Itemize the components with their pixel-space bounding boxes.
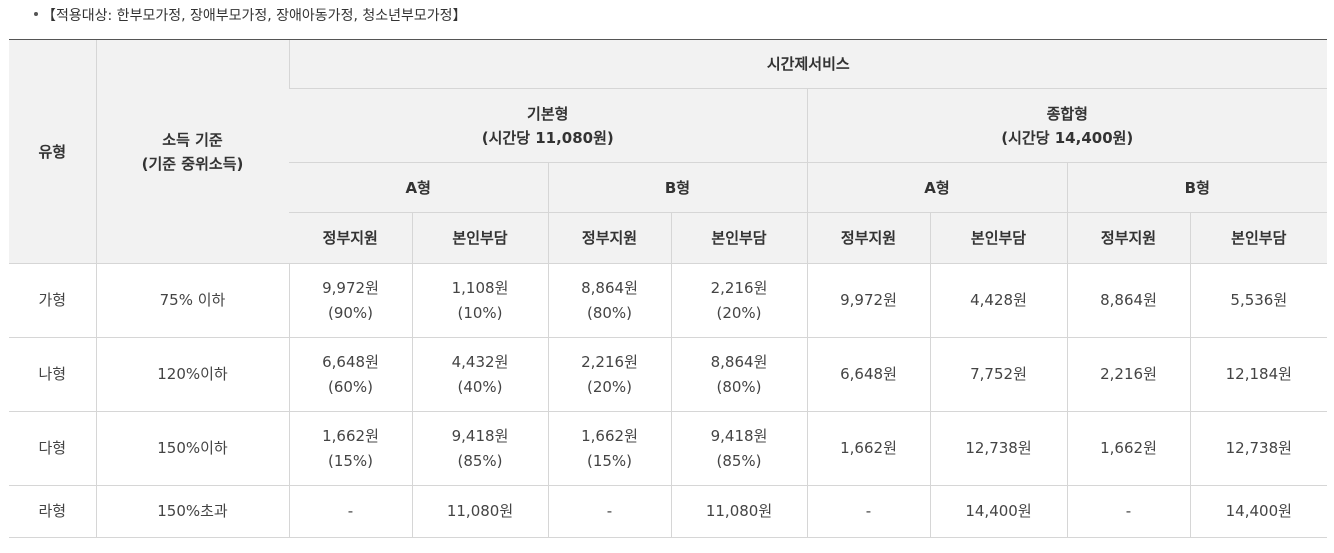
percent: (85%): [457, 451, 503, 470]
basic-b-gov-cell: 8,864원 (80%): [547, 263, 671, 338]
table-row: 라형 150%초과 - 11,080원 - 11,080원 - 14,400원 …: [9, 485, 1328, 538]
fee-table: 유형 소득 기준 (기준 중위소득) 시간제서비스 기본형 (시간당 11,08…: [9, 39, 1328, 538]
header-self-pay: 본인부담: [670, 212, 807, 264]
amount: 9,418원: [451, 426, 509, 445]
combined-b-gov-cell: 8,864원: [1066, 263, 1190, 338]
basic-a-gov-cell: 6,648원 (60%): [288, 337, 412, 412]
header-combined-label: 종합형: [1046, 104, 1088, 123]
combined-a-self-cell: 4,428원: [929, 263, 1067, 338]
header-combined-rate: (시간당 14,400원): [1001, 128, 1134, 147]
basic-b-self-cell: 11,080원: [670, 485, 807, 538]
combined-a-gov-cell: 9,972원: [806, 263, 930, 338]
header-gov-support: 정부지원: [806, 212, 930, 264]
basic-a-gov-cell: 9,972원 (90%): [288, 263, 412, 338]
percent: (90%): [327, 303, 374, 322]
amount: 2,216원: [581, 352, 638, 371]
applicable-targets-note: 【적용대상: 한부모가정, 장애부모가정, 장애아동가정, 청소년부모가정】: [34, 5, 467, 27]
combined-b-gov-cell: 1,662원: [1066, 411, 1190, 486]
header-gov-support: 정부지원: [289, 212, 412, 264]
percent: (80%): [716, 377, 762, 396]
header-row-service: 유형 소득 기준 (기준 중위소득) 시간제서비스: [9, 39, 1328, 264]
amount: 6,648원: [322, 352, 379, 371]
row-income: 120%이하: [95, 337, 289, 412]
amount: 2,216원: [710, 278, 768, 297]
basic-a-gov-cell: 1,662원 (15%): [288, 411, 412, 486]
header-combined-type-a: A형: [806, 162, 1067, 213]
header-self-pay: 본인부담: [1189, 212, 1328, 264]
row-type: 라형: [9, 485, 96, 538]
basic-a-self-cell: 4,432원 (40%): [411, 337, 548, 412]
header-self-pay: 본인부담: [929, 212, 1067, 264]
combined-b-self-cell: 12,184원: [1189, 337, 1328, 412]
amount: 9,972원: [322, 278, 379, 297]
combined-a-self-cell: 14,400원: [929, 485, 1067, 538]
percent: (40%): [457, 377, 503, 396]
table-row: 나형 120%이하 6,648원 (60%) 4,432원 (40%) 2,216원…: [9, 337, 1328, 412]
row-type: 나형: [9, 337, 96, 412]
header-basic-rate: (시간당 11,080원): [481, 128, 614, 147]
header-service: 시간제서비스: [288, 39, 1328, 89]
header-basic: 기본형 (시간당 11,080원): [289, 88, 807, 163]
percent: (20%): [716, 303, 762, 322]
bullet-icon: [34, 12, 38, 16]
amount: 9,418원: [710, 426, 768, 445]
header-self-pay: 본인부담: [411, 212, 548, 264]
note-text: 【적용대상: 한부모가정, 장애부모가정, 장애아동가정, 청소년부모가정】: [42, 8, 467, 24]
combined-a-self-cell: 12,738원: [929, 411, 1067, 486]
combined-a-gov-cell: 6,648원: [806, 337, 930, 412]
percent: (15%): [586, 451, 633, 470]
amount: 1,662원: [581, 426, 638, 445]
amount: 4,432원: [451, 352, 509, 371]
amount: 8,864원: [581, 278, 638, 297]
basic-a-self-cell: 11,080원: [411, 485, 548, 538]
combined-a-self-cell: 7,752원: [929, 337, 1067, 412]
combined-a-gov-cell: 1,662원: [806, 411, 930, 486]
amount: 1,108원: [451, 278, 509, 297]
basic-b-gov-cell: -: [547, 485, 671, 538]
row-type: 가형: [9, 263, 96, 338]
combined-a-gov-cell: -: [806, 485, 930, 538]
basic-b-self-cell: 9,418원 (85%): [670, 411, 807, 486]
percent: (20%): [586, 377, 633, 396]
percent: (60%): [327, 377, 374, 396]
table-row: 다형 150%이하 1,662원 (15%) 9,418원 (85%) 1,662원…: [9, 411, 1328, 486]
combined-b-gov-cell: -: [1066, 485, 1190, 538]
percent: (85%): [716, 451, 762, 470]
row-income: 150%이하: [95, 411, 289, 486]
percent: (10%): [457, 303, 503, 322]
combined-b-self-cell: 14,400원: [1189, 485, 1328, 538]
header-gov-support: 정부지원: [1066, 212, 1190, 264]
basic-b-gov-cell: 2,216원 (20%): [547, 337, 671, 412]
combined-b-self-cell: 12,738원: [1189, 411, 1328, 486]
header-type: 유형: [9, 39, 96, 264]
header-combined: 종합형 (시간당 14,400원): [806, 88, 1328, 163]
header-basic-label: 기본형: [527, 104, 569, 123]
table-row: 가형 75% 이하 9,972원 (90%) 1,108원 (10%) 8,864원…: [9, 263, 1328, 338]
header-combined-type-b: B형: [1066, 162, 1328, 213]
row-income: 75% 이하: [95, 263, 289, 338]
basic-a-self-cell: 1,108원 (10%): [411, 263, 548, 338]
header-income: 소득 기준 (기준 중위소득): [95, 39, 289, 264]
percent: (15%): [327, 451, 374, 470]
header-income-sub: (기준 중위소득): [141, 154, 244, 173]
amount: 8,864원: [710, 352, 768, 371]
header-gov-support: 정부지원: [547, 212, 671, 264]
amount: 1,662원: [322, 426, 379, 445]
header-basic-type-a: A형: [289, 162, 548, 213]
header-income-label: 소득 기준: [162, 130, 223, 149]
combined-b-self-cell: 5,536원: [1189, 263, 1328, 338]
row-type: 다형: [9, 411, 96, 486]
basic-a-gov-cell: -: [288, 485, 412, 538]
basic-b-self-cell: 2,216원 (20%): [670, 263, 807, 338]
combined-b-gov-cell: 2,216원: [1066, 337, 1190, 412]
basic-b-gov-cell: 1,662원 (15%): [547, 411, 671, 486]
row-income: 150%초과: [95, 485, 289, 538]
header-basic-type-b: B형: [547, 162, 807, 213]
percent: (80%): [586, 303, 633, 322]
basic-b-self-cell: 8,864원 (80%): [670, 337, 807, 412]
basic-a-self-cell: 9,418원 (85%): [411, 411, 548, 486]
